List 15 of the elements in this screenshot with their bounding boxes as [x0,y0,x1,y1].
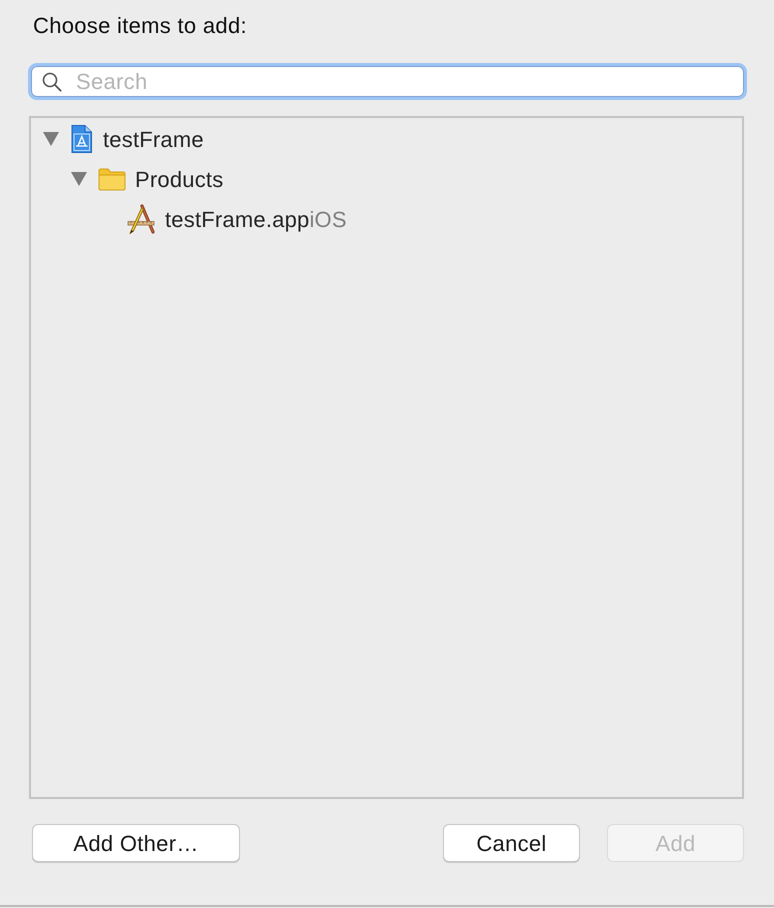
search-field[interactable]: Search [28,63,747,100]
project-document-icon [70,124,94,154]
disclosure-triangle-icon[interactable] [43,132,59,146]
dialog-button: Add [607,824,744,862]
pencil-ruler-icon [126,204,156,234]
tree-item-label[interactable]: testFrame.app [165,202,310,236]
dialog-prompt: Choose items to add: [33,13,248,39]
tree-item-label[interactable]: Products [135,162,224,196]
disclosure-triangle-icon[interactable] [71,172,87,186]
platform-label: iOS [309,206,347,234]
dialog-button[interactable]: Add Other… [32,824,240,862]
search-icon [42,72,62,92]
dialog-button[interactable]: Cancel [443,824,580,862]
folder-icon [98,168,126,190]
tree-item-label[interactable]: testFrame [103,122,204,156]
